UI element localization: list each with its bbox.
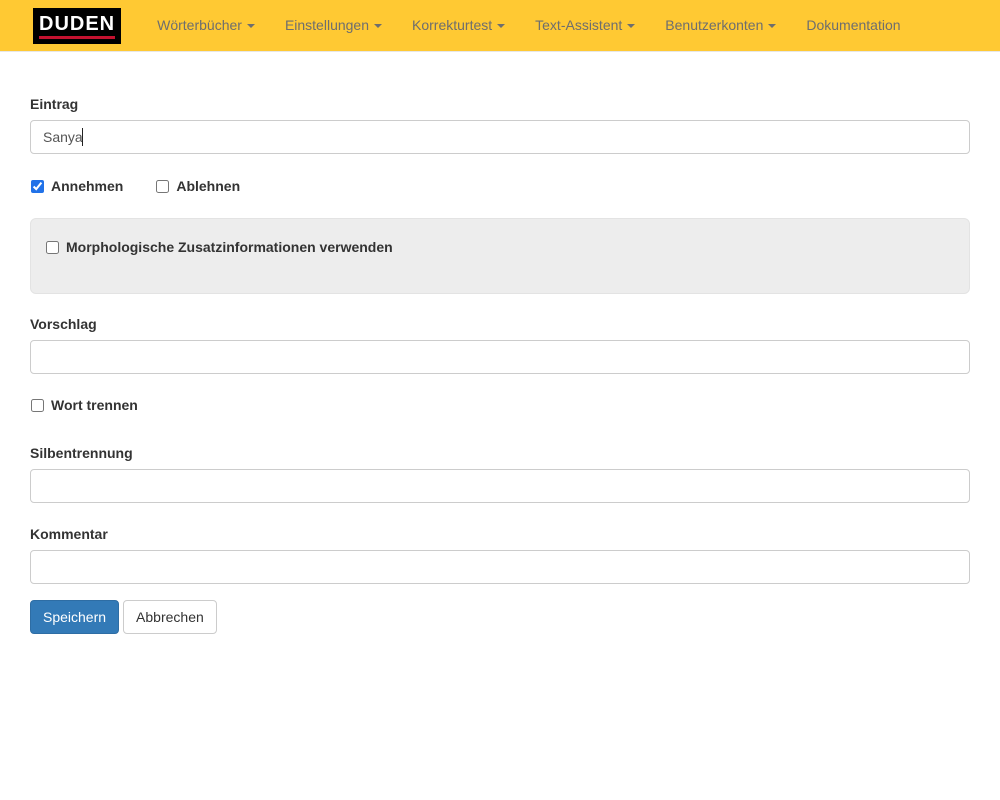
kommentar-label: Kommentar [30,524,970,544]
chevron-down-icon [497,24,505,28]
entry-form: Eintrag Annehmen Ablehnen Morphologische… [30,52,970,634]
nav-label: Dokumentation [806,17,900,33]
eintrag-input[interactable] [30,120,970,154]
text-cursor [82,128,83,146]
cancel-button[interactable]: Abbrechen [123,600,217,634]
nav-label: Benutzerkonten [665,17,763,33]
wort-trennen-option[interactable]: Wort trennen [30,395,138,415]
morphology-panel: Morphologische Zusatzinformationen verwe… [30,218,970,294]
annehmen-option[interactable]: Annehmen [30,176,123,196]
nav-item-benutzerkonten[interactable]: Benutzerkonten [650,0,791,51]
silbentrennung-label: Silbentrennung [30,443,970,463]
duden-logo-text: DUDEN [39,14,115,39]
nav-item-text-assistent[interactable]: Text-Assistent [520,0,650,51]
nav-label: Wörterbücher [157,17,242,33]
wort-trennen-row: Wort trennen [30,395,970,415]
vorschlag-input[interactable] [30,340,970,374]
nav-item-dokumentation[interactable]: Dokumentation [791,0,915,51]
ablehnen-option[interactable]: Ablehnen [155,176,240,196]
chevron-down-icon [627,24,635,28]
kommentar-input[interactable] [30,550,970,584]
morphology-label: Morphologische Zusatzinformationen verwe… [66,237,393,257]
wort-trennen-checkbox[interactable] [31,399,44,412]
nav-item-einstellungen[interactable]: Einstellungen [270,0,397,51]
morphology-option[interactable]: Morphologische Zusatzinformationen verwe… [45,237,950,257]
annehmen-label: Annehmen [51,176,123,196]
vorschlag-label: Vorschlag [30,314,970,334]
chevron-down-icon [247,24,255,28]
nav-label: Korrekturtest [412,17,492,33]
ablehnen-label: Ablehnen [176,176,240,196]
nav-label: Text-Assistent [535,17,622,33]
duden-logo[interactable]: DUDEN [33,8,121,44]
accept-reject-row: Annehmen Ablehnen [30,176,970,196]
nav-item-korrekturtest[interactable]: Korrekturtest [397,0,520,51]
chevron-down-icon [374,24,382,28]
morphology-checkbox[interactable] [46,241,59,254]
silbentrennung-input[interactable] [30,469,970,503]
chevron-down-icon [768,24,776,28]
wort-trennen-label: Wort trennen [51,395,138,415]
nav-label: Einstellungen [285,17,369,33]
nav-item-woerterbuecher[interactable]: Wörterbücher [142,0,270,51]
eintrag-label: Eintrag [30,94,970,114]
save-button[interactable]: Speichern [30,600,119,634]
form-actions: Speichern Abbrechen [30,600,970,634]
ablehnen-checkbox[interactable] [156,180,169,193]
annehmen-checkbox[interactable] [31,180,44,193]
main-menu: Wörterbücher Einstellungen Korrekturtest… [142,0,915,51]
top-navbar: DUDEN Wörterbücher Einstellungen Korrekt… [0,0,1000,52]
